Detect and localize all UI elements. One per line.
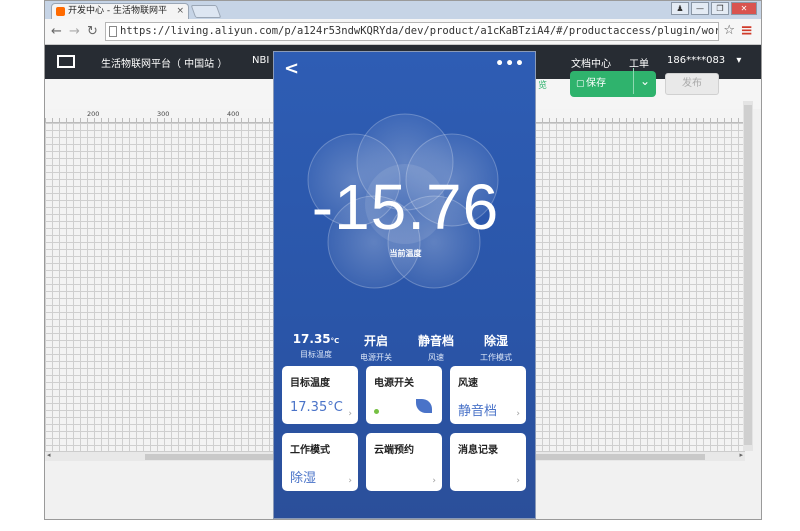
publish-button[interactable]: 发布 — [665, 73, 719, 95]
card-title: 云端预约 — [374, 445, 414, 456]
stat-value: 17.35 — [292, 332, 331, 346]
leaf-icon[interactable] — [416, 399, 432, 413]
ruler-tick-label: 400 — [227, 110, 240, 118]
browser-tab-strip: 开发中心 - 生活物联网平 × ♟ — ❐ ✕ — [45, 1, 761, 19]
new-tab-button[interactable] — [190, 5, 222, 18]
stat-label: 工作模式 — [480, 353, 512, 362]
address-bar-row: ← → ↻ https://living.aliyun.com/p/a124r5… — [45, 19, 761, 45]
url-text: https://living.aliyun.com/p/a124r53ndwKQ… — [120, 25, 719, 37]
browser-window: 开发中心 - 生活物联网平 × ♟ — ❐ ✕ ← → ↻ https://li… — [44, 0, 762, 520]
stat-fan-speed: 静音档 风速 — [406, 332, 466, 363]
chevron-right-icon: › — [348, 409, 352, 419]
card-target-temperature[interactable]: 目标温度 17.35°C › — [282, 366, 358, 424]
reload-icon[interactable]: ↻ — [87, 24, 98, 39]
publish-label: 发布 — [682, 78, 702, 89]
current-temperature: -15.76 — [311, 171, 500, 243]
maximize-button[interactable]: ❐ — [711, 2, 729, 15]
forward-arrow-icon[interactable]: → — [69, 24, 80, 39]
account-menu[interactable]: 186****083 ▾ — [667, 55, 741, 66]
stat-label: 目标温度 — [300, 350, 332, 359]
stat-label: 风速 — [428, 353, 444, 362]
account-caret-icon: ▾ — [736, 55, 742, 66]
favicon-icon — [56, 7, 65, 16]
stat-value: 静音档 — [417, 334, 454, 348]
card-power-switch[interactable]: 电源开关 — [366, 366, 442, 424]
card-message-log[interactable]: 消息记录 › — [450, 433, 526, 491]
page-icon — [109, 26, 117, 37]
tab-title: 开发中心 - 生活物联网平 — [68, 6, 167, 16]
power-status-dot — [374, 409, 379, 414]
aliyun-logo-icon[interactable] — [57, 55, 75, 68]
card-title: 工作模式 — [290, 445, 330, 456]
minimize-button[interactable]: — — [691, 2, 709, 15]
save-button[interactable]: ▢ 保存 ⌄ — [570, 68, 656, 97]
browser-menu-icon[interactable]: ≡ — [740, 21, 753, 39]
bookmark-star-icon[interactable]: ☆ — [723, 23, 735, 38]
scroll-thumb[interactable] — [744, 105, 752, 445]
chevron-right-icon: › — [516, 409, 520, 419]
card-value: 除湿 — [290, 471, 317, 486]
card-cloud-schedule[interactable]: 云端预约 › — [366, 433, 442, 491]
scroll-right-icon[interactable]: ▸ — [739, 451, 743, 459]
card-title: 消息记录 — [458, 445, 498, 456]
current-temperature-label: 当前温度 — [389, 249, 422, 258]
ruler-tick-label: 300 — [157, 110, 170, 118]
card-title: 电源开关 — [374, 378, 414, 389]
card-fan-speed[interactable]: 风速 静音档 › — [450, 366, 526, 424]
account-name: 186****083 — [667, 55, 726, 66]
preview-link[interactable]: 览 — [538, 78, 547, 91]
stat-value: 开启 — [363, 334, 388, 348]
back-chevron-icon[interactable]: < — [284, 58, 299, 79]
scroll-left-icon[interactable]: ◂ — [47, 451, 51, 459]
stat-label: 电源开关 — [360, 353, 392, 362]
chevron-right-icon: › — [516, 476, 520, 486]
platform-name[interactable]: 生活物联网平台（ 中国站 ） — [101, 55, 227, 70]
tab-close-icon[interactable]: × — [176, 4, 184, 18]
status-summary: 17.35°C 目标温度 开启 电源开关 静音档 风速 除湿 工作模式 — [286, 332, 526, 363]
chevron-right-icon: › — [432, 476, 436, 486]
browser-tab[interactable]: 开发中心 - 生活物联网平 × — [51, 3, 189, 19]
nbiot-link[interactable]: NBI — [252, 55, 269, 66]
stat-power: 开启 电源开关 — [346, 332, 406, 363]
more-options-icon[interactable]: ••• — [495, 56, 525, 72]
card-work-mode[interactable]: 工作模式 除湿 › — [282, 433, 358, 491]
phone-preview[interactable]: < ••• -15.76 当前温度 17.35°C 目标温度 开启 电源开关 静… — [273, 51, 536, 519]
docs-link[interactable]: 文档中心 — [571, 55, 611, 70]
stat-target-temperature: 17.35°C 目标温度 — [286, 332, 346, 363]
stat-work-mode: 除湿 工作模式 — [466, 332, 526, 363]
ruler-tick-label: 200 — [87, 110, 100, 118]
stat-value: 除湿 — [483, 334, 508, 348]
chevron-right-icon: › — [348, 476, 352, 486]
card-value: 静音档 — [458, 404, 498, 419]
close-window-button[interactable]: ✕ — [731, 2, 757, 15]
save-label: 保存 — [586, 78, 606, 89]
user-icon[interactable]: ♟ — [671, 2, 689, 15]
save-dropdown-icon[interactable]: ⌄ — [632, 68, 650, 94]
save-icon: ▢ — [576, 79, 585, 89]
vertical-scrollbar[interactable] — [743, 101, 753, 451]
stat-unit: °C — [330, 337, 340, 345]
card-value: 17.35°C — [290, 400, 343, 415]
url-input[interactable]: https://living.aliyun.com/p/a124r53ndwKQ… — [105, 22, 719, 41]
card-title: 风速 — [458, 378, 478, 389]
back-arrow-icon[interactable]: ← — [51, 24, 62, 39]
window-controls: ♟ — ❐ ✕ — [671, 2, 757, 15]
card-title: 目标温度 — [290, 378, 330, 389]
